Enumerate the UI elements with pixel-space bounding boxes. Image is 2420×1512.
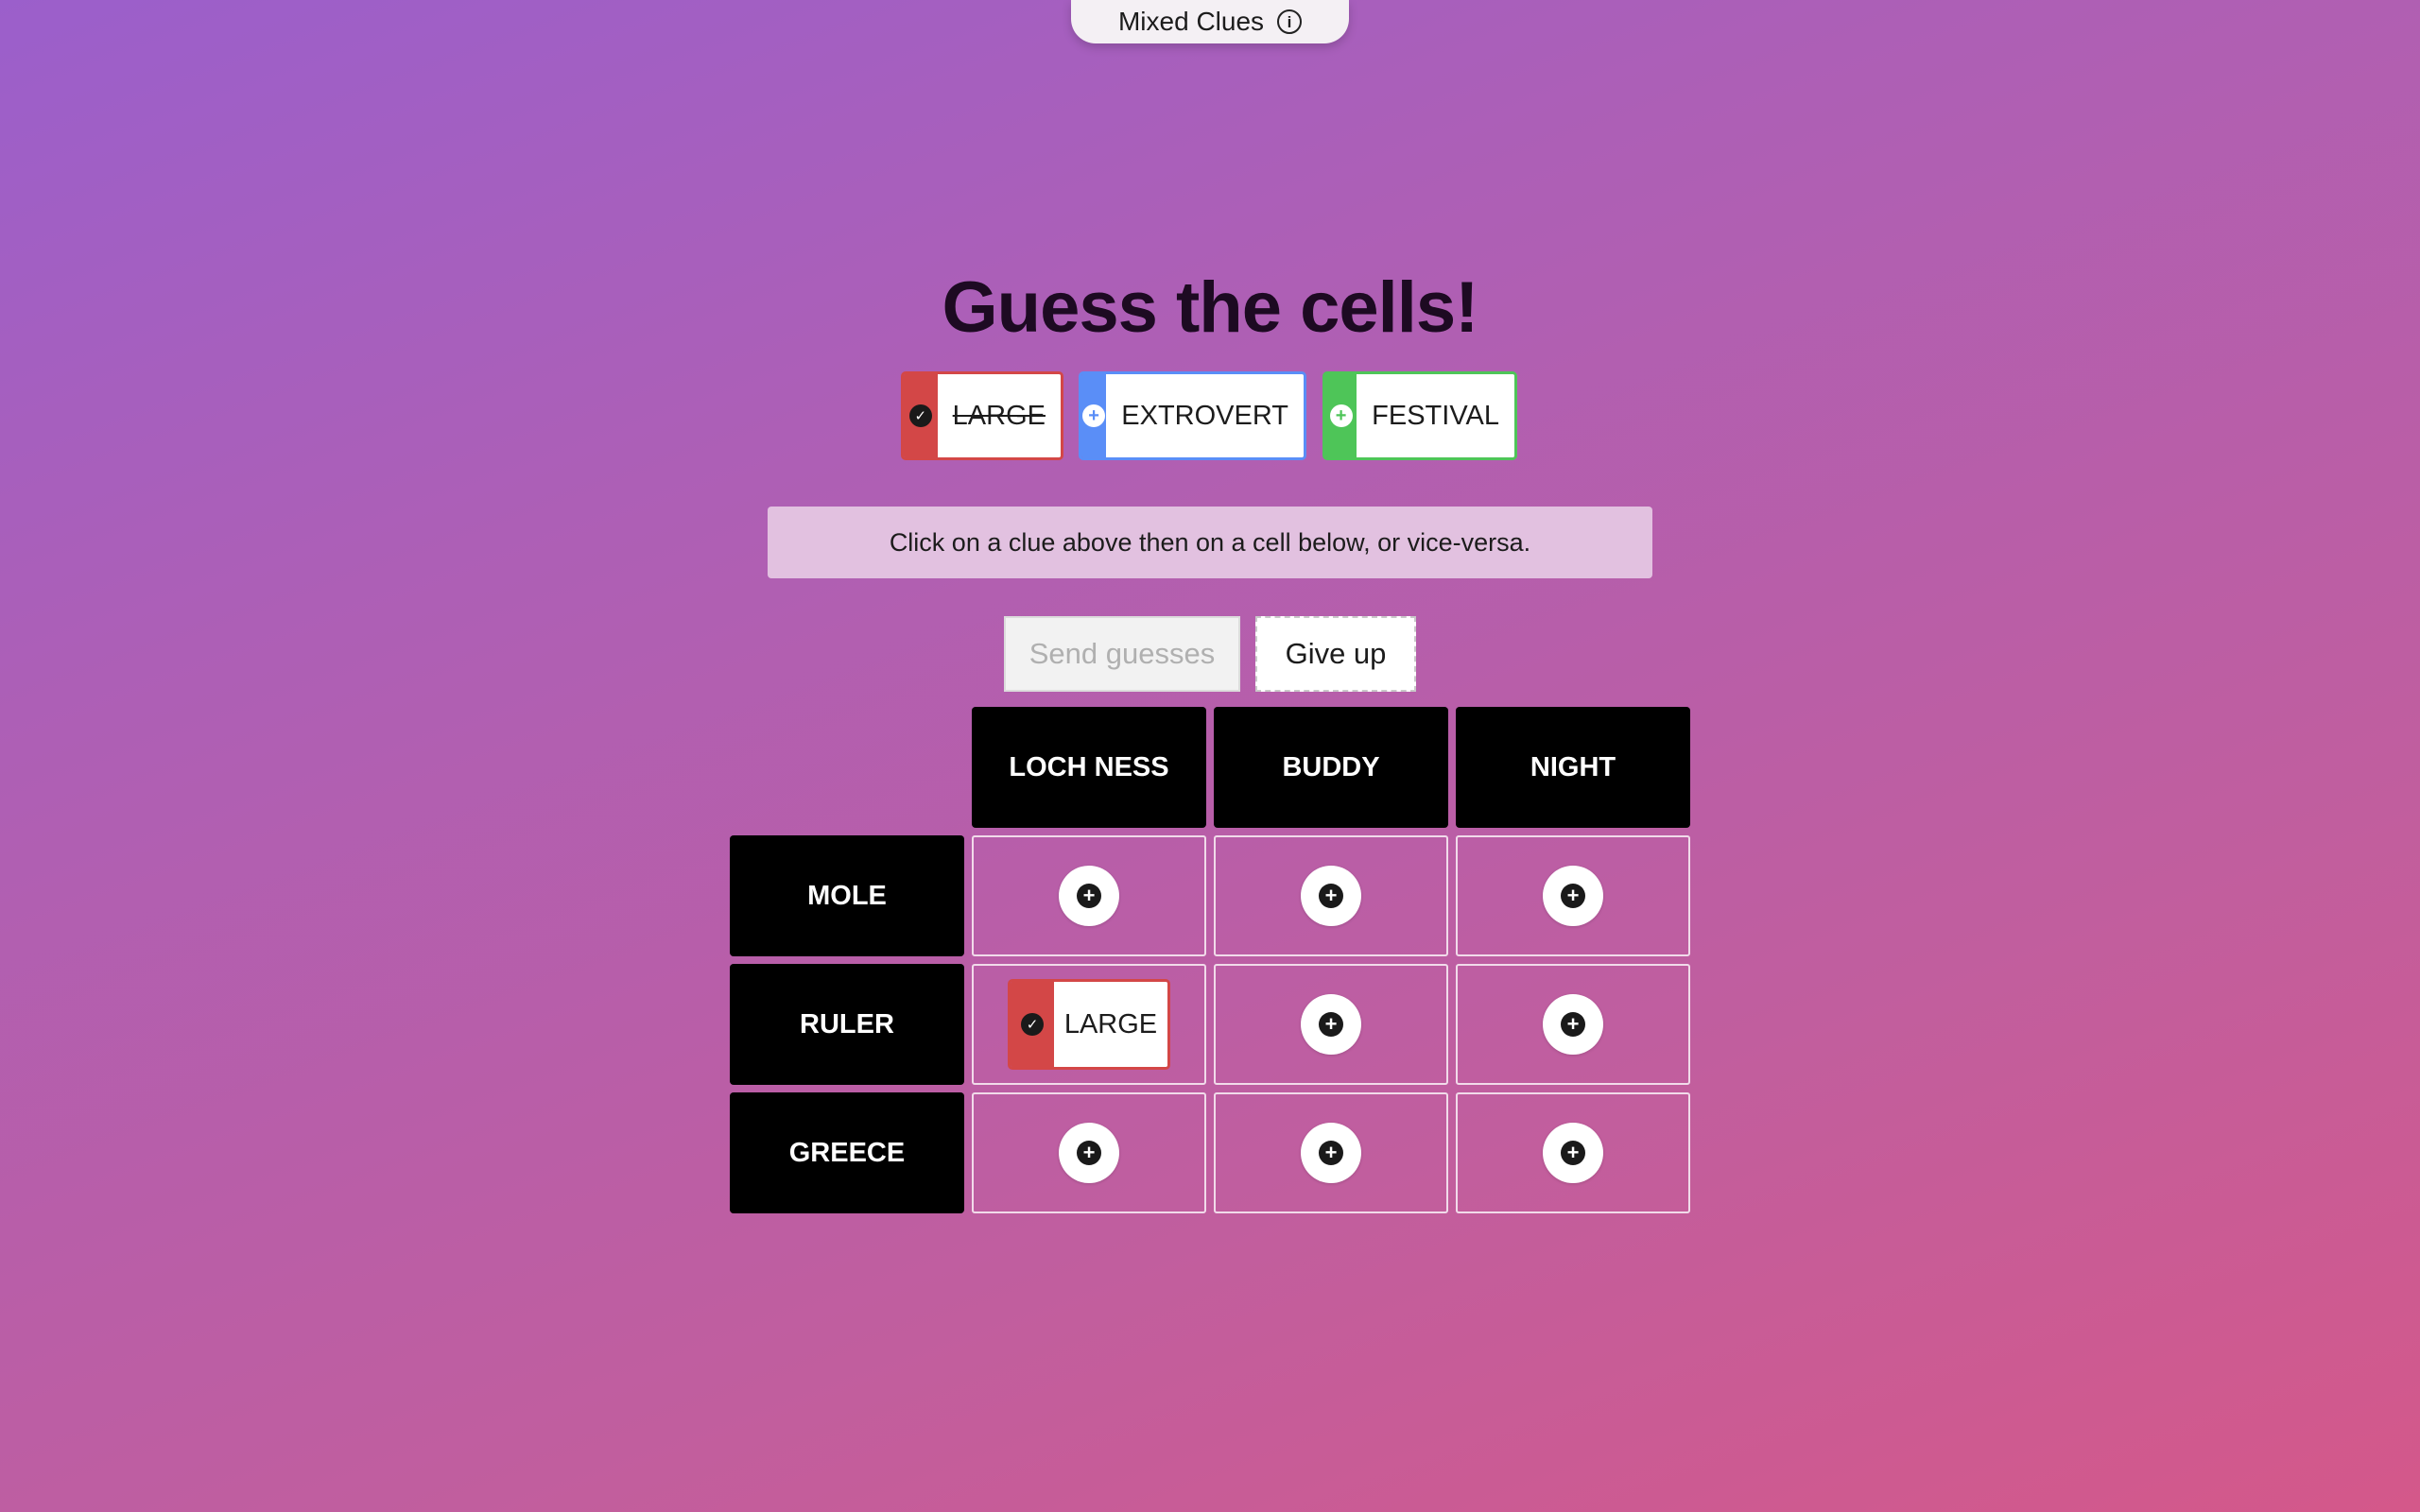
page-title: Guess the cells! <box>942 267 1479 348</box>
plus-icon: + <box>1329 404 1353 427</box>
mode-tab-label: Mixed Clues <box>1117 7 1265 36</box>
grid-cell-greece-loch-ness[interactable]: + <box>972 1092 1206 1213</box>
add-cell-button[interactable]: + <box>1543 994 1603 1055</box>
add-cell-button[interactable]: + <box>1301 1123 1361 1183</box>
placed-clue-label: LARGE <box>1054 982 1167 1067</box>
add-cell-button[interactable]: + <box>1543 866 1603 926</box>
clue-label: EXTROVERT <box>1106 374 1304 457</box>
column-header-buddy: BUDDY <box>1214 707 1448 828</box>
add-cell-button[interactable]: + <box>1543 1123 1603 1183</box>
column-header-loch-ness: LOCH NESS <box>972 707 1206 828</box>
grid-cell-ruler-night[interactable]: + <box>1456 964 1690 1085</box>
clue-label: LARGE <box>937 374 1061 457</box>
add-cell-button[interactable]: + <box>1301 994 1361 1055</box>
info-icon[interactable]: i <box>1277 9 1303 34</box>
plus-icon: + <box>1082 404 1106 427</box>
grid-cell-mole-buddy[interactable]: + <box>1214 835 1448 956</box>
clue-festival[interactable]: + FESTIVAL <box>1322 371 1517 460</box>
clue-extrovert[interactable]: + EXTROVERT <box>1079 371 1306 460</box>
add-cell-button[interactable]: + <box>1059 866 1119 926</box>
plus-icon: + <box>1077 884 1101 908</box>
grid-cell-greece-night[interactable]: + <box>1456 1092 1690 1213</box>
row-header-ruler: RULER <box>730 964 964 1085</box>
plus-icon: + <box>1319 1141 1343 1165</box>
add-cell-button[interactable]: + <box>1059 1123 1119 1183</box>
plus-icon: + <box>1077 1141 1101 1165</box>
row-header-mole: MOLE <box>730 835 964 956</box>
add-cell-button[interactable]: + <box>1301 866 1361 926</box>
plus-icon: + <box>1319 1012 1343 1037</box>
mode-tab[interactable]: Mixed Clues i <box>1071 0 1349 43</box>
row-header-greece: GREECE <box>730 1092 964 1213</box>
plus-icon: + <box>1561 884 1585 908</box>
instruction-banner: Click on a clue above then on a cell bel… <box>768 507 1652 578</box>
grid-cell-mole-night[interactable]: + <box>1456 835 1690 956</box>
send-guesses-button[interactable]: Send guesses <box>1004 616 1240 692</box>
column-header-night: NIGHT <box>1456 707 1690 828</box>
grid-cell-greece-buddy[interactable]: + <box>1214 1092 1448 1213</box>
grid-cell-ruler-loch-ness[interactable]: ✓ LARGE <box>972 964 1206 1085</box>
plus-icon: + <box>1319 884 1343 908</box>
check-icon: ✓ <box>908 404 932 427</box>
grid-cell-ruler-buddy[interactable]: + <box>1214 964 1448 1085</box>
plus-icon: + <box>1561 1012 1585 1037</box>
placed-clue-large[interactable]: ✓ LARGE <box>1008 979 1170 1070</box>
clue-large[interactable]: ✓ LARGE <box>901 371 1063 460</box>
clue-label: FESTIVAL <box>1357 374 1514 457</box>
give-up-button[interactable]: Give up <box>1255 616 1416 692</box>
grid-cell-mole-loch-ness[interactable]: + <box>972 835 1206 956</box>
plus-icon: + <box>1561 1141 1585 1165</box>
check-icon: ✓ <box>1021 1013 1044 1036</box>
